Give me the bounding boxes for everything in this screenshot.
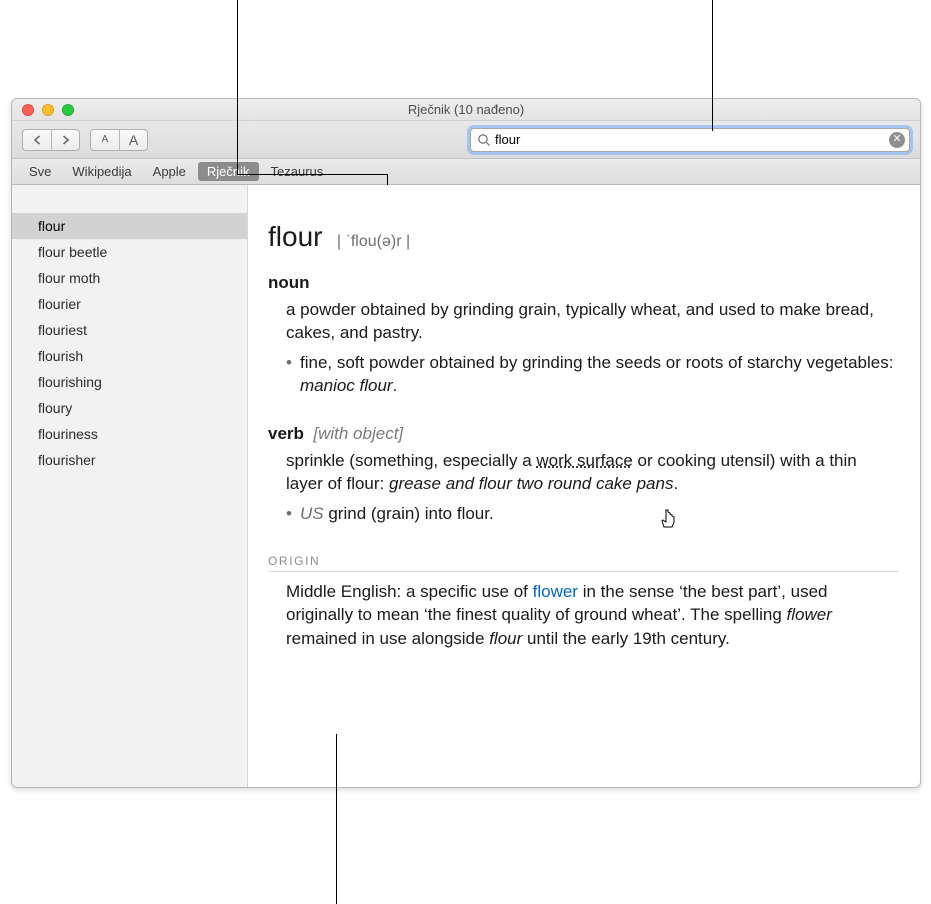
list-item[interactable]: flourisher: [12, 447, 247, 473]
tab-thesaurus[interactable]: Tezaurus: [262, 162, 333, 181]
tab-wikipedia[interactable]: Wikipedija: [63, 162, 140, 181]
list-item[interactable]: flourish: [12, 343, 247, 369]
minimize-icon[interactable]: [42, 104, 54, 116]
dictionary-window: Rječnik (10 nađeno) A A ✕ Sve Wikipedija…: [11, 98, 921, 788]
clear-search-icon[interactable]: ✕: [889, 132, 905, 148]
titlebar: Rječnik (10 nađeno): [12, 99, 920, 121]
tab-apple[interactable]: Apple: [144, 162, 195, 181]
verb-def: sprinkle (something, especially a work s…: [286, 450, 898, 496]
headword: flour: [268, 221, 322, 252]
list-item[interactable]: flour beetle: [12, 239, 247, 265]
origin-link[interactable]: flower: [533, 582, 578, 601]
definition-pane: flour | ˈflou(ə)r | noun a powder obtain…: [248, 185, 920, 787]
list-item[interactable]: flourier: [12, 291, 247, 317]
pos-verb: verb [with object]: [268, 424, 898, 444]
close-icon[interactable]: [22, 104, 34, 116]
inline-link[interactable]: work surface: [536, 451, 632, 470]
list-item[interactable]: flour: [12, 213, 247, 239]
nav-segment: [22, 129, 80, 151]
text-smaller-button[interactable]: A: [91, 130, 119, 150]
window-controls: [12, 104, 74, 116]
forward-button[interactable]: [51, 130, 79, 150]
zoom-icon[interactable]: [62, 104, 74, 116]
origin-text: Middle English: a specific use of flower…: [286, 580, 898, 651]
list-item[interactable]: flourishing: [12, 369, 247, 395]
text-larger-button[interactable]: A: [119, 130, 147, 150]
back-button[interactable]: [23, 130, 51, 150]
noun-def: a powder obtained by grinding grain, typ…: [286, 299, 898, 345]
window-body: flour flour beetle flour moth flourier f…: [12, 185, 920, 787]
search-input[interactable]: [491, 132, 889, 147]
pronunciation: | ˈflou(ə)r |: [337, 233, 410, 250]
window-title: Rječnik (10 nađeno): [12, 102, 920, 117]
headword-line: flour | ˈflou(ə)r |: [268, 221, 898, 253]
origin-label: ORIGIN: [268, 554, 898, 572]
list-item[interactable]: flouriness: [12, 421, 247, 447]
scope-bar: Sve Wikipedija Apple Rječnik Tezaurus: [12, 159, 920, 185]
pos-noun: noun: [268, 273, 898, 293]
list-item[interactable]: flouriest: [12, 317, 247, 343]
toolbar: A A ✕: [12, 121, 920, 159]
text-size-segment: A A: [90, 129, 148, 151]
results-sidebar[interactable]: flour flour beetle flour moth flourier f…: [12, 185, 248, 787]
tab-all[interactable]: Sve: [20, 162, 60, 181]
search-icon: [477, 133, 491, 147]
list-item[interactable]: flour moth: [12, 265, 247, 291]
tab-dictionary[interactable]: Rječnik: [198, 162, 259, 181]
search-field[interactable]: ✕: [470, 128, 910, 152]
noun-subdef: fine, soft powder obtained by grinding t…: [286, 352, 898, 398]
verb-subdef: US grind (grain) into flour.: [286, 503, 898, 526]
list-item[interactable]: floury: [12, 395, 247, 421]
